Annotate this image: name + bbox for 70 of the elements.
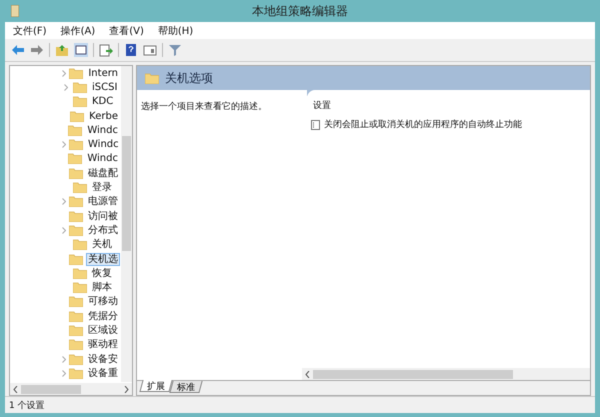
tree-item[interactable]: KDC — [90, 95, 116, 108]
tree-item[interactable]: 设备重 — [86, 366, 120, 380]
folder-icon — [69, 254, 83, 264]
tree-item[interactable]: 脚本 — [90, 281, 114, 294]
tree-item[interactable]: 登录 — [90, 181, 114, 194]
folder-icon — [69, 139, 83, 150]
folder-icon — [69, 339, 83, 350]
setting-item[interactable]: 关闭会阻止或取消关机的应用程序的自动终止功能 — [324, 118, 522, 131]
column-header[interactable]: 设置 — [307, 95, 590, 116]
folder-icon — [69, 196, 83, 208]
folder-icon — [69, 296, 83, 308]
folder-icon — [73, 182, 87, 194]
folder-icon — [73, 96, 87, 108]
header-title: 关机选项 — [165, 70, 213, 86]
menu-item[interactable]: 操作(A) — [60, 24, 96, 38]
menu-item[interactable]: 文件(F) — [13, 24, 47, 38]
tree-item[interactable]: 区域设 — [86, 324, 120, 337]
tree-item[interactable]: 关机 — [90, 238, 114, 252]
tree-item[interactable]: iSCSI — [90, 80, 120, 94]
tree-item[interactable]: 设备安 — [86, 352, 120, 366]
tree-item[interactable]: 关机选 — [86, 252, 120, 266]
menu-item[interactable]: 帮助(H) — [158, 24, 194, 38]
description-text: 选择一个项目来查看它的描述。 — [141, 102, 267, 112]
view-tab[interactable]: 标准 — [169, 381, 203, 393]
tree-item[interactable]: 可移动 — [86, 295, 120, 308]
status-text: 1 个设置 — [9, 400, 45, 412]
folder-icon — [68, 153, 82, 164]
folder-icon — [70, 110, 84, 122]
tree-item[interactable]: 磁盘配 — [86, 166, 120, 180]
folder-icon — [73, 268, 87, 279]
tree-item[interactable]: 电源管 — [86, 195, 120, 208]
filter-icon[interactable] — [168, 43, 182, 57]
folder-icon — [68, 124, 82, 136]
export-icon[interactable] — [99, 43, 113, 57]
folder-icon — [69, 224, 83, 236]
folder-icon — [69, 354, 83, 365]
vertical-scrollbar[interactable] — [121, 66, 132, 382]
folder-icon — [69, 168, 83, 179]
folder-up-icon[interactable] — [55, 43, 69, 57]
tree-item[interactable]: 访问被 — [86, 210, 120, 223]
tree-item[interactable]: Windc — [86, 138, 121, 152]
tree-item[interactable]: 恢复 — [90, 266, 114, 280]
folder-icon — [69, 68, 84, 79]
folder-icon — [73, 82, 87, 93]
back-icon[interactable] — [11, 43, 25, 57]
app-icon — [11, 5, 19, 17]
setting-icon — [311, 120, 320, 130]
folder-icon — [73, 239, 87, 250]
folder-icon — [69, 324, 83, 336]
folder-icon — [73, 282, 87, 294]
window-icon[interactable] — [143, 43, 157, 57]
view-tab[interactable]: 扩展 — [139, 380, 173, 392]
folder-icon — [69, 310, 83, 322]
tree-item[interactable]: 驱动程 — [86, 338, 120, 352]
folder-icon — [145, 72, 159, 84]
menu-item[interactable]: 查看(V) — [109, 24, 144, 38]
console-tree-icon[interactable] — [74, 43, 88, 57]
folder-icon — [69, 368, 83, 379]
folder-icon — [69, 210, 83, 222]
tree-item[interactable]: Windc — [85, 124, 120, 137]
window-title: 本地组策略编辑器 — [252, 2, 348, 20]
tree-item[interactable]: Intern — [86, 66, 120, 80]
tree-item[interactable]: 分布式 — [86, 224, 120, 237]
tree-item[interactable]: 凭据分 — [86, 310, 120, 323]
horizontal-scrollbar[interactable] — [10, 383, 132, 395]
tree-item[interactable]: Kerbe — [87, 110, 120, 123]
help-icon[interactable] — [124, 43, 138, 57]
tree-item[interactable]: Windc — [85, 152, 120, 166]
forward-icon[interactable] — [30, 43, 44, 57]
horizontal-scrollbar[interactable] — [302, 368, 590, 380]
